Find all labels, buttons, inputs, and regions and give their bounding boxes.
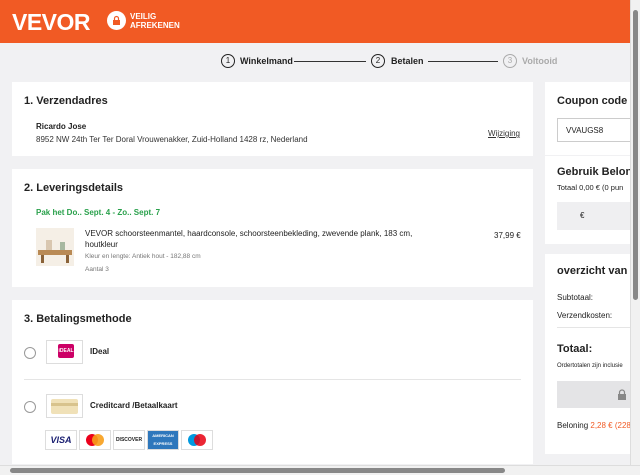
- shipping-cost-label: Verzendkosten:: [557, 311, 613, 320]
- checkout-stepper: 1 Winkelmand 2 Betalen 3 Voltooid: [0, 54, 640, 70]
- ideal-badge: iDEAL: [58, 344, 74, 358]
- recipient-name: Ricardo Jose: [36, 122, 87, 131]
- lock-icon: [618, 389, 626, 400]
- step-1-number: 1: [221, 54, 235, 68]
- card-icon: [46, 394, 83, 418]
- product-variant: Kleur en lengte: Antiek hout - 182,88 cm: [85, 253, 201, 260]
- vertical-scroll-thumb[interactable]: [633, 10, 638, 300]
- horizontal-scroll-thumb[interactable]: [10, 468, 505, 473]
- product-price: 37,99 €: [494, 231, 521, 240]
- mastercard-logo: [79, 430, 111, 450]
- product-thumbnail[interactable]: [36, 228, 74, 266]
- delivery-details-card: 2. Leveringsdetails Pak het Do.. Sept. 4…: [12, 169, 533, 287]
- shipping-title: 1. Verzendadres: [24, 95, 108, 107]
- rewards-total: Totaal 0,00 € (0 pun: [557, 183, 624, 192]
- secure-checkout-label: VEILIG AFREKENEN: [130, 12, 180, 30]
- step-3-label: Voltooid: [522, 56, 558, 66]
- vevor-logo[interactable]: VEVOR: [12, 9, 91, 36]
- vertical-scrollbar[interactable]: [630, 0, 640, 475]
- card-label[interactable]: Creditcard /Betaalkaart: [90, 401, 178, 410]
- step-2-label: Betalen: [391, 56, 424, 66]
- rewards-input[interactable]: €: [557, 202, 632, 230]
- place-order-button[interactable]: [557, 381, 632, 408]
- coupon-input[interactable]: VVAUGS8: [557, 118, 632, 142]
- ideal-radio[interactable]: [24, 347, 36, 359]
- step-2-number: 2: [371, 54, 385, 68]
- product-quantity: Aantal 3: [85, 266, 109, 273]
- shipping-address-card: 1. Verzendadres Ricardo Jose 8952 NW 24t…: [12, 82, 533, 156]
- order-overview-card: overzicht van d Subtotaal: Verzendkosten…: [545, 254, 637, 454]
- divider: [24, 379, 521, 380]
- step-3-number: 3: [503, 54, 517, 68]
- lock-icon: [107, 11, 126, 30]
- total-note: Ordertotalen zijn inclusie: [557, 363, 623, 369]
- subtotal-label: Subtotaal:: [557, 293, 594, 302]
- payment-title: 3. Betalingsmethode: [24, 313, 132, 325]
- ideal-label[interactable]: IDeal: [90, 347, 109, 356]
- divider: [557, 327, 632, 328]
- reward-earned-value: 2,28 € (228: [590, 421, 631, 430]
- overview-title: overzicht van d: [557, 265, 638, 277]
- ideal-logo: iDEAL: [46, 340, 83, 364]
- delivery-window: Pak het Do.. Sept. 4 - Zo.. Sept. 7: [36, 208, 161, 217]
- rewards-card: Gebruik Beloni Totaal 0,00 € (0 pun €: [545, 156, 636, 244]
- step-1-label[interactable]: Winkelmand: [240, 56, 293, 66]
- step-divider: [294, 61, 366, 62]
- coupon-title: Coupon code: [557, 95, 628, 107]
- product-name[interactable]: VEVOR schoorsteenmantel, haardconsole, s…: [85, 228, 445, 250]
- change-address-link[interactable]: Wijziging: [488, 129, 520, 138]
- shipping-address: 8952 NW 24th Ter Ter Doral Vrouwenakker,…: [36, 135, 308, 144]
- horizontal-scrollbar[interactable]: [0, 465, 640, 475]
- coupon-card: Coupon code VVAUGS8: [545, 82, 632, 155]
- reward-earned: Beloning 2,28 € (228: [557, 421, 631, 430]
- total-label: Totaal:: [557, 343, 593, 355]
- top-bar: VEVOR VEILIG AFREKENEN: [0, 0, 640, 43]
- delivery-title: 2. Leveringsdetails: [24, 182, 124, 194]
- step-divider: [428, 61, 498, 62]
- visa-logo: VISA: [45, 430, 77, 450]
- card-radio[interactable]: [24, 401, 36, 413]
- reward-earned-label: Beloning: [557, 421, 589, 430]
- discover-logo: DISCOVER: [113, 430, 145, 450]
- rewards-title: Gebruik Beloni: [557, 166, 636, 178]
- amex-logo: AMERICAN EXPRESS: [147, 430, 179, 450]
- maestro-logo: [181, 430, 213, 450]
